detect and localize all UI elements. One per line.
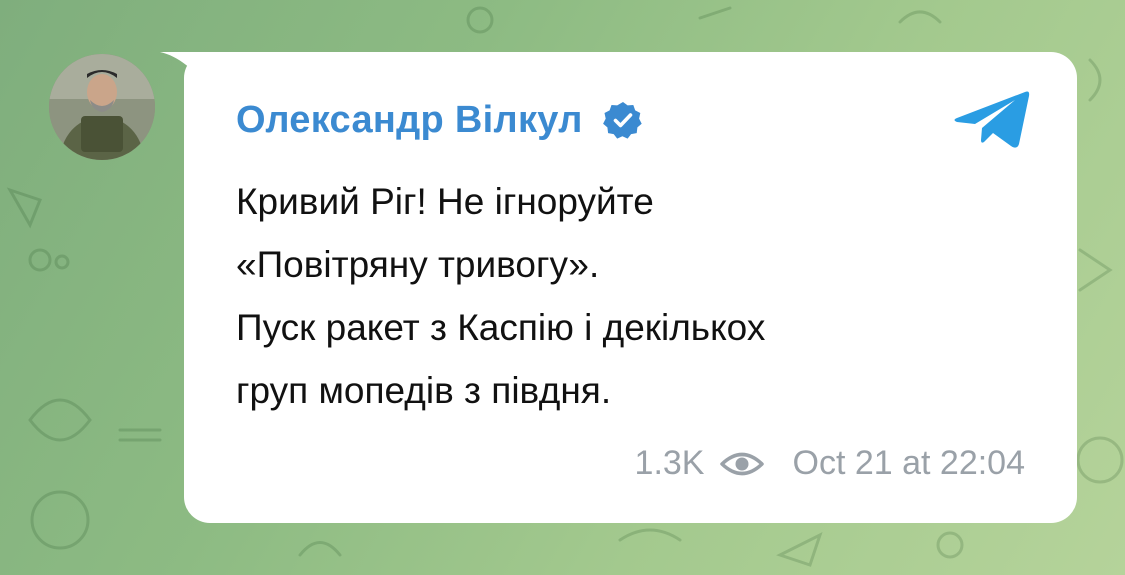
eye-icon — [719, 452, 764, 475]
message-bubble: Олександр Вілкул Кривий Ріг! Не ігноруйт… — [184, 52, 1077, 523]
avatar-photo — [49, 54, 155, 160]
message-text: Кривий Ріг! Не ігноруйте «Повітряну трив… — [236, 170, 1036, 422]
message-line: Пуск ракет з Каспію і декількох — [236, 307, 766, 348]
message-header: Олександр Вілкул — [236, 92, 643, 148]
message-meta: 1.3K Oct 21 at 22:04 — [635, 444, 1025, 483]
message-line: груп мопедів з півдня. — [236, 370, 612, 411]
view-count: 1.3K — [634, 444, 705, 482]
author-name[interactable]: Олександр Вілкул — [236, 99, 583, 142]
author-avatar[interactable] — [49, 54, 155, 160]
verified-badge-icon — [602, 102, 642, 139]
message-line: «Повітряну тривогу». — [236, 244, 600, 285]
telegram-logo-icon[interactable] — [953, 88, 1031, 152]
message-line: Кривий Ріг! Не ігноруйте — [236, 181, 654, 222]
message-timestamp: Oct 21 at 22:04 — [792, 444, 1026, 482]
